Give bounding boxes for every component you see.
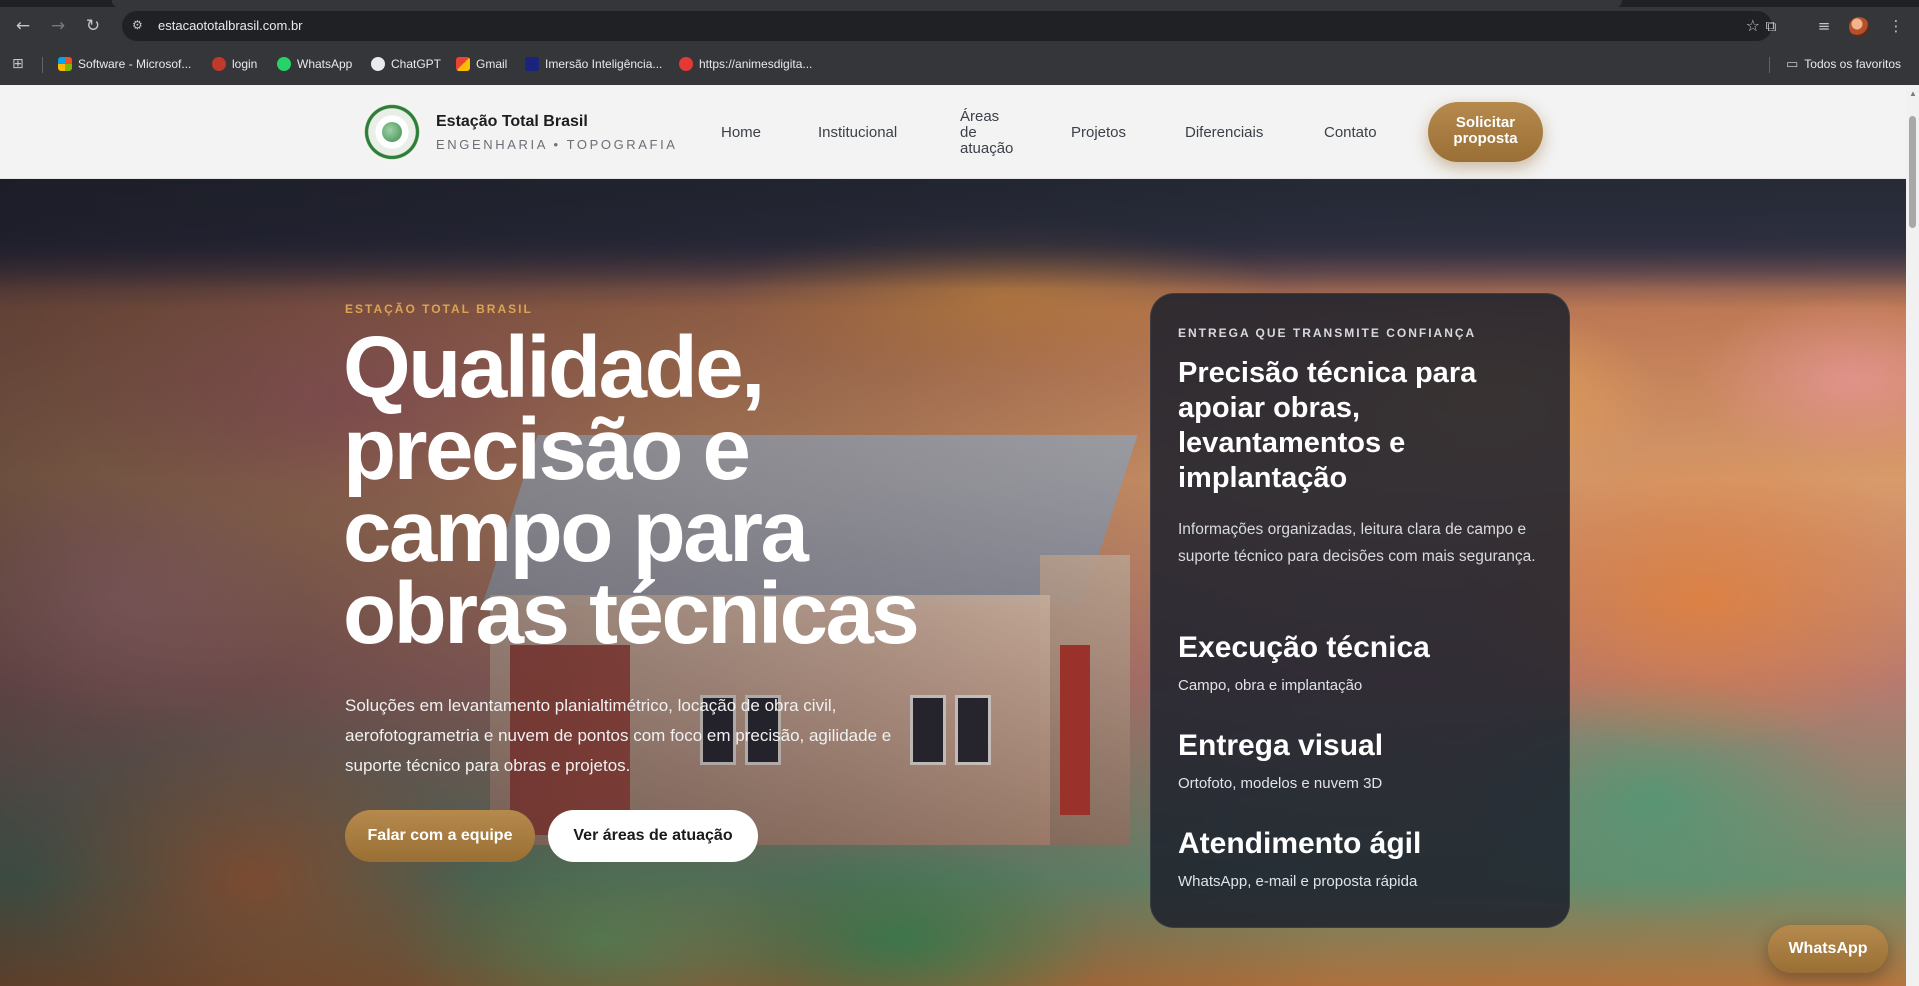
bookmark-label: WhatsApp: [297, 57, 353, 71]
microsoft-icon: [58, 57, 72, 71]
bookmark-label: Imersão Inteligência...: [545, 57, 663, 71]
nav-contato[interactable]: Contato: [1324, 124, 1377, 141]
browser-chrome: ← → ↻ ⚙ estacaototalbrasil.com.br ☆ ⧉ ≡ …: [0, 0, 1919, 85]
site-info-icon[interactable]: ⚙: [132, 18, 148, 34]
site-header: Estação Total Brasil ENGENHARIA • TOPOGR…: [0, 85, 1906, 179]
trust-card: ENTREGA QUE TRANSMITE CONFIANÇA Precisão…: [1150, 293, 1570, 928]
brand-name[interactable]: Estação Total Brasil: [436, 113, 588, 131]
whatsapp-floating-button[interactable]: WhatsApp: [1768, 925, 1888, 973]
hero-eyebrow: ESTAÇÃO TOTAL BRASIL: [345, 302, 533, 316]
bookmarks-divider: [42, 57, 43, 73]
bookmark-label: https://animesdigita...: [699, 57, 813, 71]
scroll-up-icon[interactable]: ▲: [1909, 89, 1917, 98]
chatgpt-icon: [371, 57, 385, 71]
feature-title: Atendimento ágil: [1178, 827, 1422, 860]
nav-areas-line: Áreas: [960, 108, 1000, 125]
bookmark-label: ChatGPT: [391, 57, 442, 71]
web-page: Estação Total Brasil ENGENHARIA • TOPOGR…: [0, 85, 1906, 986]
apps-grid-icon[interactable]: ⊞: [12, 55, 24, 73]
bookmark-imersao[interactable]: Imersão Inteligência...: [525, 55, 662, 73]
card-text: Informações organizadas, leitura clara d…: [1178, 521, 1536, 565]
page-scrollbar[interactable]: ▲: [1906, 85, 1919, 986]
nav-areas-de-atuacao[interactable]: Áreas de atuação: [960, 109, 1020, 157]
forward-icon[interactable]: →: [45, 13, 71, 39]
back-icon[interactable]: ←: [10, 13, 36, 39]
nav-areas-line: de: [960, 124, 977, 141]
nav-projetos[interactable]: Projetos: [1071, 124, 1126, 141]
feature-title: Execução técnica: [1178, 631, 1430, 664]
feature-title: Entrega visual: [1178, 729, 1384, 762]
folder-icon: ▭: [1786, 56, 1799, 72]
bookmark-login[interactable]: login: [212, 55, 257, 73]
media-controls-icon[interactable]: ≡: [1813, 15, 1835, 37]
url-text[interactable]: estacaototalbrasil.com.br: [158, 18, 303, 33]
bookmark-label: Software - Microsof...: [78, 57, 192, 71]
bookmark-gmail[interactable]: Gmail: [456, 55, 507, 73]
browser-toolbar: ← → ↻ ⚙ estacaototalbrasil.com.br ☆ ⧉ ≡ …: [0, 7, 1919, 47]
cta-line: Solicitar: [1455, 114, 1516, 131]
bookmarks-bar: ⊞ Software - Microsof... login WhatsApp …: [0, 49, 1919, 79]
cta-line: proposta: [1453, 130, 1518, 147]
menu-kebab-icon[interactable]: ⋮: [1885, 15, 1907, 37]
extensions-icon[interactable]: ⧉: [1760, 15, 1782, 37]
bookmark-animesdigital[interactable]: https://animesdigita...: [679, 55, 812, 73]
nav-institucional[interactable]: Institucional: [818, 124, 897, 141]
ver-areas-button[interactable]: Ver áreas de atuação: [548, 810, 758, 862]
all-favorites-label: Todos os favoritos: [1804, 57, 1902, 71]
active-tab[interactable]: [112, 0, 1622, 7]
reload-icon[interactable]: ↻: [80, 13, 106, 39]
card-eyebrow: ENTREGA QUE TRANSMITE CONFIANÇA: [1178, 326, 1477, 340]
falar-com-equipe-button[interactable]: Falar com a equipe: [345, 810, 535, 862]
login-icon: [212, 57, 226, 71]
bookmark-software-microsoft[interactable]: Software - Microsof...: [58, 55, 191, 73]
scrollbar-thumb[interactable]: [1909, 116, 1916, 228]
hero-subtitle: Soluções em levantamento planialtimétric…: [345, 696, 892, 775]
brand-tagline: ENGENHARIA • TOPOGRAFIA: [436, 137, 678, 152]
bookmark-whatsapp[interactable]: WhatsApp: [277, 55, 352, 73]
imersao-icon: [525, 57, 539, 71]
bookmark-label: Gmail: [476, 57, 508, 71]
feature-subtitle: Campo, obra e implantação: [1178, 677, 1363, 694]
bookmark-chatgpt[interactable]: ChatGPT: [371, 55, 441, 73]
profile-avatar[interactable]: [1849, 17, 1869, 37]
nav-diferenciais[interactable]: Diferenciais: [1185, 124, 1263, 141]
nav-areas-line: atuação: [960, 140, 1014, 157]
tab-strip: [0, 0, 1919, 7]
bookmark-label: login: [232, 57, 258, 71]
address-bar[interactable]: ⚙ estacaototalbrasil.com.br ☆: [122, 11, 1772, 41]
card-title: Precisão técnica para apoiar obras, leva…: [1178, 357, 1477, 494]
solicitar-proposta-button[interactable]: Solicitar proposta: [1428, 102, 1543, 162]
gmail-icon: [456, 57, 470, 71]
bookmark-star-icon[interactable]: ☆: [1746, 16, 1760, 35]
feature-subtitle: Ortofoto, modelos e nuvem 3D: [1178, 775, 1383, 792]
animes-icon: [679, 57, 693, 71]
brand-logo[interactable]: [362, 102, 422, 162]
feature-subtitle: WhatsApp, e-mail e proposta rápida: [1178, 873, 1418, 890]
all-favorites-folder[interactable]: ▭ Todos os favoritos: [1786, 55, 1901, 73]
nav-home[interactable]: Home: [721, 124, 761, 141]
hero-title: Qualidade, precisão e campo para obras t…: [343, 319, 920, 662]
bookmarks-divider: [1769, 57, 1770, 73]
whatsapp-icon: [277, 57, 291, 71]
